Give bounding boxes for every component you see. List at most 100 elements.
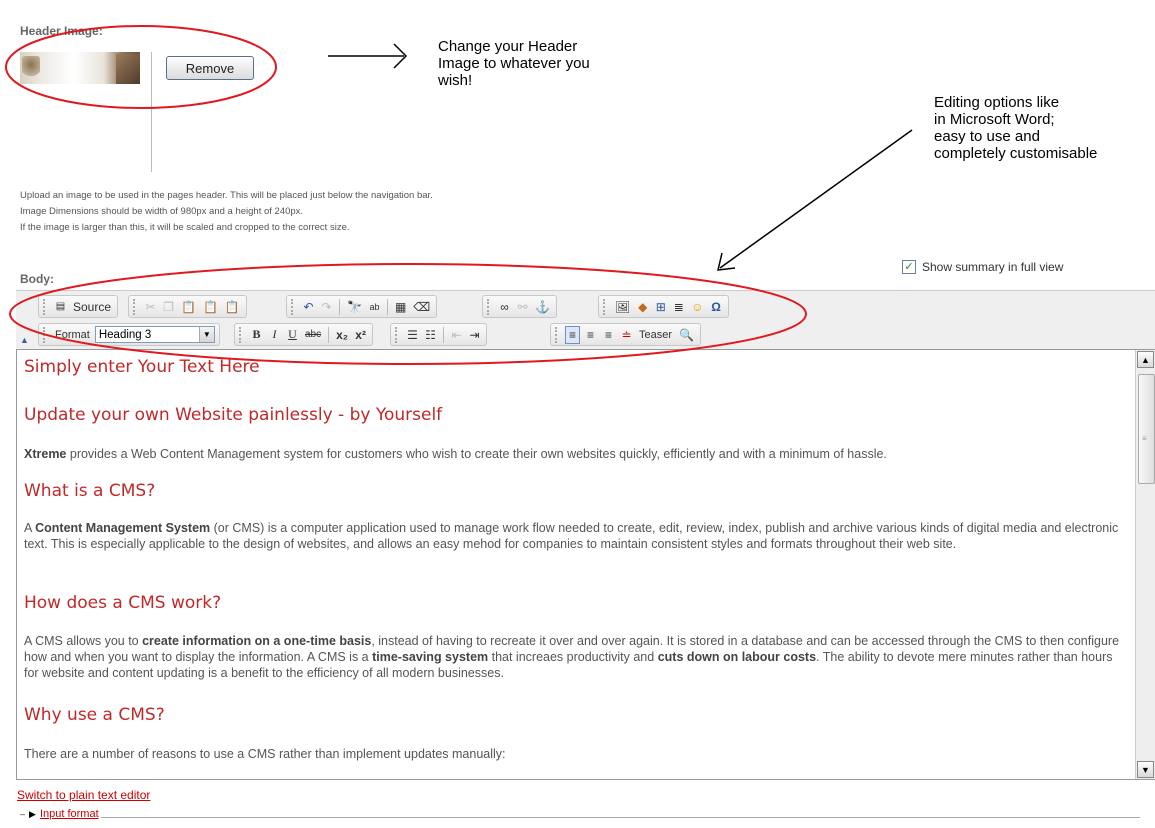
grip-icon: [603, 298, 608, 315]
strike-icon[interactable]: abc: [303, 326, 323, 344]
chevron-down-icon[interactable]: ▼: [198, 327, 214, 342]
separator: [386, 298, 388, 315]
smiley-icon[interactable]: ☺: [689, 298, 705, 316]
format-select-value: Heading 3: [98, 328, 152, 341]
show-summary-option[interactable]: ✓ Show summary in full view: [902, 260, 1063, 274]
scroll-grip-icon: ≡: [1142, 434, 1147, 443]
grip-icon: [487, 298, 492, 315]
header-image-label: Header Image:: [20, 24, 103, 38]
align-center-icon[interactable]: ≡: [583, 326, 598, 344]
scroll-up-icon[interactable]: ▲: [1137, 351, 1154, 368]
toolbar-group-links: ∞ ⚯ ⚓: [482, 295, 557, 318]
content-heading-2: Update your own Website painlessly - by …: [24, 405, 443, 425]
flash-icon[interactable]: ◆: [635, 298, 650, 316]
help-line-1: Upload an image to be used in the pages …: [20, 190, 433, 201]
content-heading-1: Simply enter Your Text Here: [24, 357, 260, 377]
input-format-label: Input format: [39, 808, 99, 820]
editor-callout-text: Editing options like in Microsoft Word; …: [934, 94, 1097, 162]
grip-icon: [239, 326, 244, 343]
grip-icon: [291, 298, 296, 315]
source-icon: ▤: [55, 301, 66, 312]
separator: [339, 298, 340, 315]
undo-icon[interactable]: ↶: [301, 298, 316, 316]
grip-icon: [43, 298, 48, 315]
input-format-toggle[interactable]: – ▶ Input format: [20, 808, 101, 820]
triangle-right-icon: ▶: [29, 808, 36, 819]
bulleted-list-icon[interactable]: ☷: [423, 326, 438, 344]
teaser-icon: ≐: [621, 327, 632, 342]
cut-icon[interactable]: ✂: [143, 298, 158, 316]
editor-arrow: [717, 129, 913, 271]
remove-header-image-button[interactable]: Remove: [166, 56, 254, 80]
help-line-3: If the image is larger than this, it wil…: [20, 222, 350, 233]
body-label: Body:: [20, 272, 54, 286]
collapse-icon: –: [20, 809, 26, 819]
paragraph-2-bold: Content Management System: [35, 521, 211, 535]
toolbar-group-format: Format Heading 3 ▼: [38, 323, 220, 346]
grip-icon: [133, 298, 138, 315]
image-icon[interactable]: 🖼: [613, 298, 632, 316]
content-paragraph-1: Xtreme provides a Web Content Management…: [24, 446, 1119, 462]
remove-format-icon[interactable]: ⌫: [411, 298, 432, 316]
switch-plain-text-link[interactable]: Switch to plain text editor: [17, 788, 150, 802]
redo-icon[interactable]: ↷: [319, 298, 334, 316]
help-line-2: Image Dimensions should be width of 980p…: [20, 206, 304, 217]
content-paragraph-3: A CMS allows you to create information o…: [24, 633, 1122, 681]
paragraph-3-bold-3: cuts down on labour costs: [657, 650, 817, 664]
source-button[interactable]: Source: [71, 298, 113, 316]
align-left-icon[interactable]: ≡: [565, 325, 580, 344]
input-format-divider: [60, 817, 1140, 818]
toolbar-group-lists: ☰ ☷ ⇤ ⇥: [390, 323, 487, 346]
unlink-icon[interactable]: ⚯: [515, 298, 530, 316]
horizontal-rule-icon[interactable]: ≣: [671, 298, 686, 316]
replace-icon[interactable]: ab: [367, 298, 382, 316]
find-icon[interactable]: 🔭: [345, 298, 364, 316]
content-heading-4: How does a CMS work?: [24, 593, 222, 613]
numbered-list-icon[interactable]: ☰: [405, 326, 420, 344]
paste-text-icon[interactable]: 📋: [201, 298, 220, 316]
paste-icon[interactable]: 📋: [179, 298, 198, 316]
editor-callout-line-4: completely customisable: [934, 145, 1098, 162]
select-all-icon[interactable]: ▦: [393, 298, 408, 316]
teaser-button[interactable]: Teaser: [637, 326, 674, 344]
bold-icon[interactable]: B: [249, 326, 264, 344]
scrollbar-thumb[interactable]: [1138, 374, 1155, 484]
editor-body[interactable]: Simply enter Your Text Here Update your …: [16, 349, 1155, 780]
toolbar-group-undo: ↶ ↷ 🔭 ab ▦ ⌫: [286, 295, 438, 318]
special-char-icon[interactable]: Ω: [709, 298, 724, 316]
subscript-icon[interactable]: x₂: [334, 326, 350, 344]
header-callout-line-1: Change your Header: [438, 38, 578, 55]
header-divider: [151, 52, 152, 172]
toolbar-group-clipboard: ✂ ❐ 📋 📋 📋: [128, 295, 247, 318]
paragraph-3-a: A CMS allows you to: [24, 634, 143, 648]
content-paragraph-4: There are a number of reasons to use a C…: [24, 747, 506, 761]
toolbar-group-source: ▤ Source: [38, 295, 119, 318]
italic-icon[interactable]: I: [267, 326, 282, 344]
align-right-icon[interactable]: ≡: [601, 326, 616, 344]
show-summary-label: Show summary in full view: [922, 260, 1064, 274]
paste-word-icon[interactable]: 📋: [223, 298, 242, 316]
separator: [443, 326, 444, 343]
toolbar-group-align: ≡ ≡ ≡ ≐ Teaser 🔍: [550, 323, 701, 346]
format-select[interactable]: Heading 3 ▼: [94, 326, 215, 343]
toolbar-collapse-icon[interactable]: ▲: [20, 335, 29, 345]
link-icon[interactable]: ∞: [497, 298, 512, 316]
outdent-icon[interactable]: ⇤: [449, 326, 464, 344]
superscript-icon[interactable]: x²: [353, 326, 368, 344]
editor-scrollbar[interactable]: ▲ ≡ ▼: [1135, 350, 1155, 779]
toolbar-group-insert: 🖼 ◆ ⊞ ≣ ☺ Ω: [598, 295, 729, 318]
preview-icon[interactable]: 🔍: [677, 326, 696, 344]
paragraph-2-prefix: A: [24, 521, 36, 535]
underline-icon[interactable]: U: [285, 326, 300, 344]
header-callout-line-2: Image to whatever you: [438, 55, 590, 72]
scroll-down-icon[interactable]: ▼: [1137, 761, 1154, 778]
grip-icon: [555, 326, 560, 343]
format-label: Format: [55, 328, 90, 341]
indent-icon[interactable]: ⇥: [467, 326, 482, 344]
anchor-icon[interactable]: ⚓: [533, 298, 552, 316]
table-icon[interactable]: ⊞: [653, 298, 668, 316]
brand-name: Xtreme: [24, 447, 67, 461]
copy-icon[interactable]: ❐: [161, 298, 176, 316]
show-summary-checkbox[interactable]: ✓: [902, 260, 916, 274]
editor-callout-line-1: Editing options like: [934, 94, 1060, 111]
